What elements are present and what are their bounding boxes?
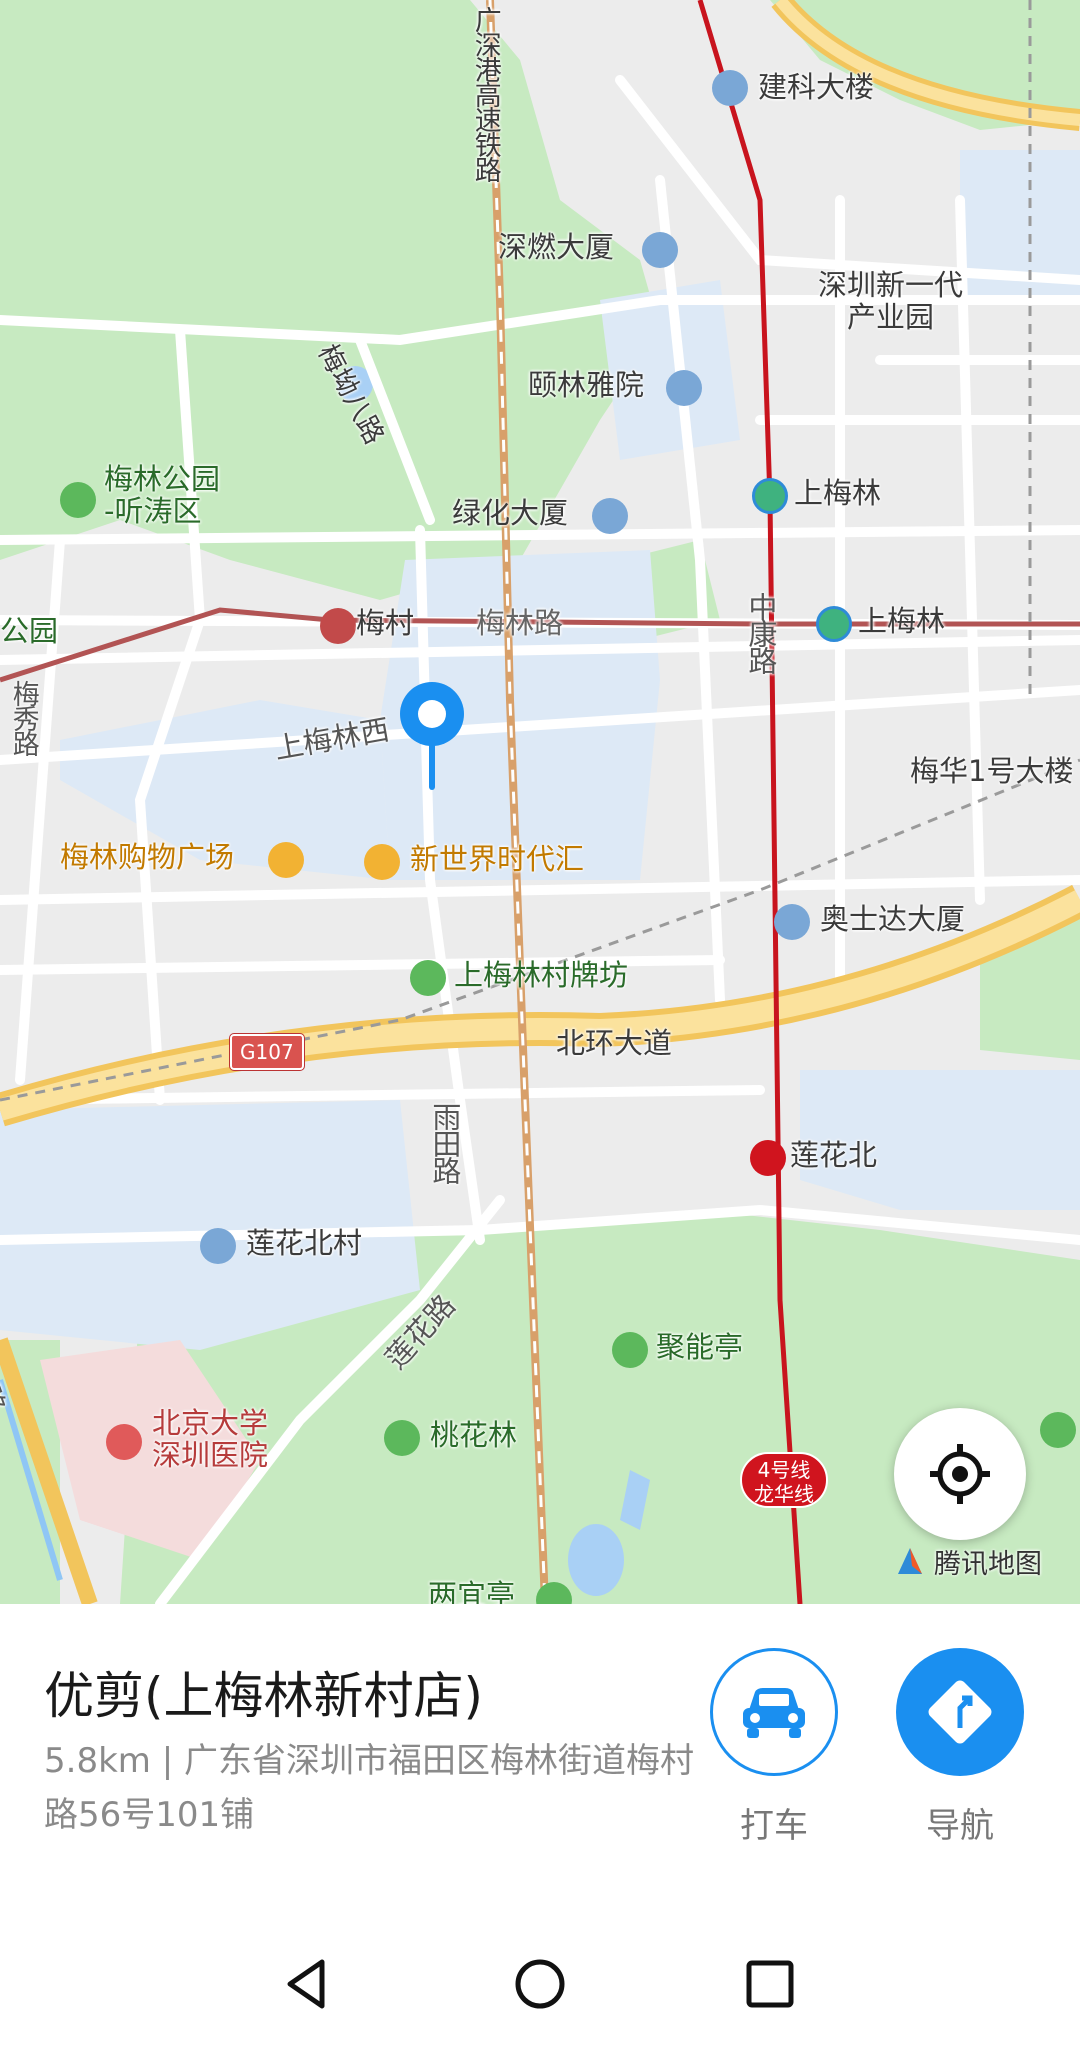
system-navigation-bar xyxy=(0,1920,1080,2056)
road-label: 梅林路 xyxy=(476,606,564,640)
navigate-button[interactable]: 导航 xyxy=(894,1648,1026,1847)
residence-icon xyxy=(666,370,702,406)
shopping-icon xyxy=(268,842,304,878)
car-icon xyxy=(743,1688,805,1738)
metro-label[interactable]: 莲花北 xyxy=(790,1139,877,1172)
road-label: 雨田路 xyxy=(427,1102,462,1183)
park-icon xyxy=(612,1332,648,1368)
metro-station-icon xyxy=(752,478,788,514)
poi-label[interactable]: 聚能亭 xyxy=(656,1331,743,1364)
poi-label[interactable]: 绿化大厦 xyxy=(452,497,568,530)
metro-line-badge: 4号线 龙华线 xyxy=(740,1452,828,1508)
poi-label: 公园 xyxy=(0,614,59,648)
poi-label[interactable]: 新世界时代汇 xyxy=(410,843,584,876)
metro-station-icon xyxy=(750,1140,786,1176)
metro-label[interactable]: 梅村 xyxy=(356,607,414,640)
poi-label[interactable]: 建科大楼 xyxy=(758,71,874,104)
poi-label[interactable]: 奥士达大厦 xyxy=(820,903,965,936)
building-icon xyxy=(592,498,628,534)
park-icon xyxy=(1040,1412,1076,1448)
poi-label[interactable]: 莲花北村 xyxy=(246,1227,362,1260)
poi-label[interactable]: 梅林购物广场 xyxy=(60,841,234,874)
place-address: 5.8km | 广东省深圳市福田区梅林街道梅村路56号101铺 xyxy=(44,1741,694,1835)
place-name: 优剪(上梅林新村店) xyxy=(44,1667,484,1725)
road-label: 梅秀路 xyxy=(7,680,39,755)
poi-label[interactable]: 上梅林村牌坊 xyxy=(454,959,628,992)
locate-me-button[interactable] xyxy=(894,1408,1026,1540)
poi-label[interactable]: 深圳新一代 产业园 xyxy=(818,269,963,334)
building-icon xyxy=(774,904,810,940)
poi-label[interactable]: 深燃大厦 xyxy=(498,231,614,264)
poi-label[interactable]: 颐林雅院 xyxy=(528,369,644,402)
shopping-icon xyxy=(364,844,400,880)
taxi-label: 打车 xyxy=(740,1806,808,1846)
tencent-map-logo-icon xyxy=(898,1547,922,1574)
home-circle-icon[interactable] xyxy=(510,1954,570,2014)
map-view[interactable]: 建科大楼 广深港高速铁路 深燃大厦 深圳新一代 产业园 梅坳八路 颐林雅院 梅林… xyxy=(0,0,1080,1604)
metro-station-icon xyxy=(816,606,852,642)
building-icon xyxy=(642,232,678,268)
residence-icon xyxy=(200,1228,236,1264)
park-icon xyxy=(60,482,96,518)
poi-label[interactable]: 北京大学 深圳医院 xyxy=(152,1407,268,1472)
hospital-icon xyxy=(106,1424,142,1460)
recents-square-icon[interactable] xyxy=(740,1954,800,2014)
poi-label[interactable]: 桃花林 xyxy=(430,1419,517,1452)
back-triangle-icon[interactable] xyxy=(278,1954,338,2014)
highway-shield: G107 xyxy=(229,1033,305,1071)
taxi-button[interactable]: 打车 xyxy=(708,1648,840,1847)
road-label: 北环大道 xyxy=(556,1026,673,1060)
location-pin-icon[interactable] xyxy=(398,680,466,792)
metro-label[interactable]: 上梅林 xyxy=(858,605,945,638)
map-brand: 腾讯地图 xyxy=(892,1542,1042,1581)
metro-station-icon xyxy=(320,608,356,644)
rail-label: 广深港高速铁路 xyxy=(469,6,501,181)
scenic-icon xyxy=(410,960,446,996)
navigate-label: 导航 xyxy=(926,1806,994,1846)
metro-label[interactable]: 上梅林 xyxy=(794,477,881,510)
poi-label[interactable]: 梅华1号大楼 xyxy=(910,755,1073,788)
park-icon xyxy=(384,1420,420,1456)
navigation-icon xyxy=(928,1680,992,1744)
poi-label[interactable]: 梅林公园 -听涛区 xyxy=(104,463,220,528)
crosshair-icon xyxy=(930,1444,990,1504)
road-label: 中康路 xyxy=(743,592,778,673)
building-icon xyxy=(712,70,748,106)
poi-label[interactable]: 两宜亭 xyxy=(428,1579,515,1604)
